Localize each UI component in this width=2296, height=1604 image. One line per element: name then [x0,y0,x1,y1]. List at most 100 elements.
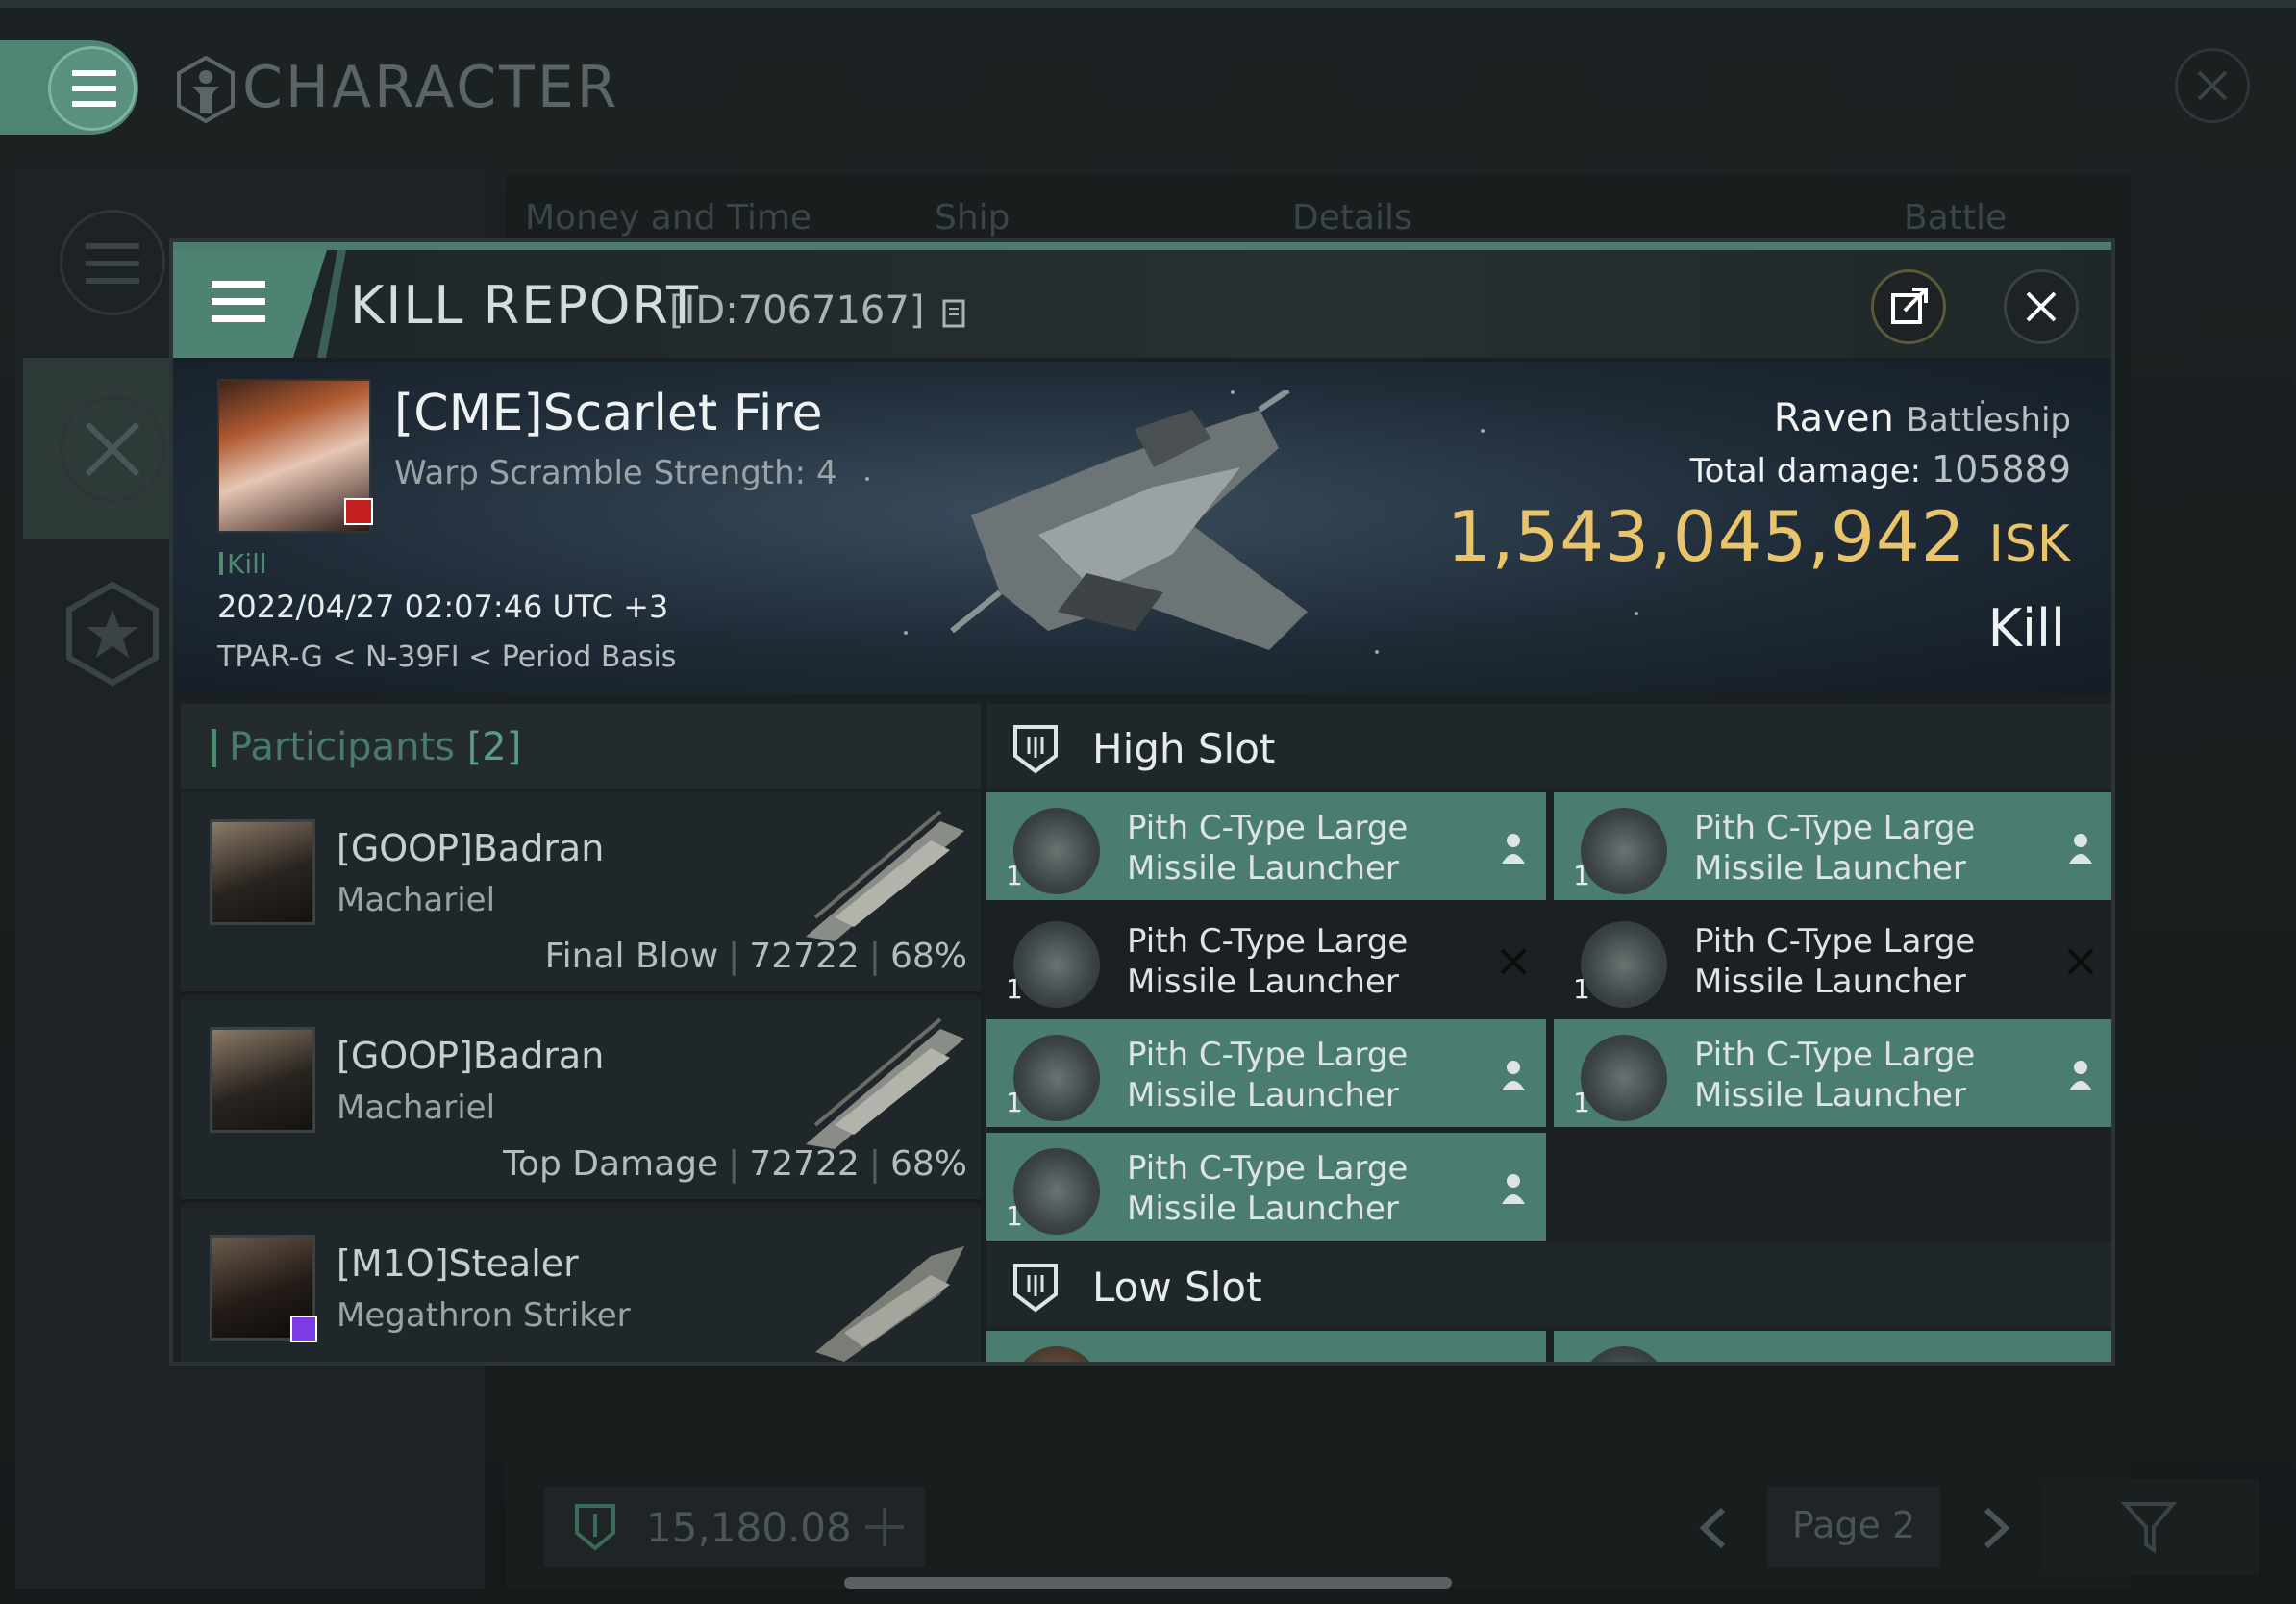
page-label: Page 2 [1791,1504,1916,1546]
module-item[interactable]: 1 Pith C-Type Large Missile Launcher [1554,792,2111,900]
participant-ship: Megathron Striker [337,1296,631,1335]
app-close-button[interactable] [2175,48,2250,123]
machariel-ship-image [806,1017,964,1149]
bg-tab-money: Money and Time [525,198,812,238]
total-damage-value: 105889 [1931,448,2071,490]
participant-ship: Machariel [337,1089,496,1127]
sidebar-item-favorites[interactable] [60,581,165,687]
modal-title: KILL REPORT [350,275,700,336]
participant-stats: Top Damage | 72722 | 68% [503,1144,967,1184]
module-name: Pith C-Type Large Missile Launcher [1694,1036,1976,1115]
participant-ship: Machariel [337,881,496,919]
participant-row[interactable]: [M1O]Stealer Megathron Striker [181,1208,981,1362]
scroll-indicator[interactable] [844,1577,1452,1589]
participants-count: [2] [466,725,522,769]
low-slot-title: Low Slot [1092,1264,1262,1311]
isk-amount: 1,543,045,942 [1446,496,1966,577]
kill-tag: Kill [227,548,267,580]
module-item[interactable]: 1 Pith C-Type Large Missile Launcher [1554,906,2111,1014]
copy-icon[interactable] [942,295,969,330]
destroyed-x-icon [2067,948,2094,975]
low-slot-header: Low Slot [986,1242,2111,1327]
isk-unit: ISK [1988,515,2071,573]
participant-name: [M1O]Stealer [337,1242,579,1285]
kill-location: TPAR-G < N-39FI < Period Basis [217,640,677,674]
next-page-icon[interactable] [1977,1504,2015,1552]
hostile-flag-icon [344,498,373,525]
module-quantity: 1 [1006,1087,1023,1118]
sidebar-item-list[interactable] [60,210,165,315]
currency-box: 15,180.08 [544,1487,925,1567]
previous-page-icon[interactable] [1694,1504,1733,1552]
ship-type[interactable]: Raven Battleship [1774,396,2071,440]
app-title: CHARACTER [242,54,620,121]
top-edge [0,0,2296,8]
participant-row[interactable]: [GOOP]Badran Machariel Final Blow | 72722 |… [181,792,981,994]
module-item[interactable]: 1 Pith C-Type Large Missile Launcher [986,1133,1546,1241]
low-slot-icon [1013,1264,1058,1313]
bottom-bar: 15,180.08 Page 2 [544,1479,2259,1575]
module-quantity: 1 [1006,973,1023,1005]
star-icon [66,581,159,687]
filter-icon [2121,1502,2178,1554]
missile-launcher-icon [1013,1148,1100,1235]
close-icon [2197,70,2228,101]
machariel-ship-image [806,810,964,941]
currency-value: 15,180.08 [646,1504,852,1551]
participant-portrait[interactable] [210,819,315,925]
module-quantity: 1 [1573,860,1590,891]
modal-menu-button[interactable] [173,250,327,358]
module-item[interactable]: 1 Pith C-Type Large Missile Launcher [986,792,1546,900]
rank-badge-icon [290,1316,317,1342]
share-button[interactable] [1871,269,1946,344]
missile-launcher-icon [1013,921,1100,1008]
dropped-person-icon [1502,1174,1525,1204]
module-item[interactable]: 1 Pith C-Type Large Missile Launcher [986,906,1546,1014]
main-menu-button[interactable] [48,46,137,131]
kill-summary-banner: [CME]Scarlet Fire Warp Scramble Strength… [173,362,2111,694]
missile-launcher-icon [1013,808,1100,894]
bg-tab-details: Details [1292,198,1412,238]
participant-portrait[interactable] [210,1027,315,1133]
ship-class: Battleship [1906,401,2071,439]
kill-report-id-text: [ID:7067167] [669,288,925,333]
total-damage-label: Total damage: [1689,452,1922,490]
participant-row[interactable]: [GOOP]Badran Machariel Top Damage | 72722 |… [181,1000,981,1202]
warp-scramble-strength: Warp Scramble Strength: 4 [394,454,837,492]
module-item-partial[interactable] [986,1331,1546,1362]
high-slot-title: High Slot [1092,725,1276,772]
close-icon [2026,291,2057,322]
participant-damage: 72722 [749,937,860,976]
low-slot-module-icon [1013,1346,1100,1362]
participants-accent [212,729,216,767]
module-name: Pith C-Type Large Missile Launcher [1694,922,1976,1001]
page-indicator: Page 2 [1767,1487,1940,1567]
filter-button[interactable] [2042,1479,2259,1575]
raven-ship-image[interactable] [942,390,1346,679]
character-icon [177,56,235,123]
participants-label: Participants [229,725,455,769]
module-item-partial[interactable] [1554,1331,2111,1362]
module-item[interactable]: 1 Pith C-Type Large Missile Launcher [986,1019,1546,1127]
module-name: Pith C-Type Large Missile Launcher [1127,922,1409,1001]
module-name: Pith C-Type Large Missile Launcher [1127,809,1409,888]
share-icon [1891,288,1928,324]
kill-timestamp: 2022/04/27 02:07:46 UTC +3 [217,589,669,625]
module-name: Pith C-Type Large Missile Launcher [1694,809,1976,888]
modal-header: KILL REPORT [ID:7067167] [173,242,2111,358]
isk-value: 1,543,045,942 ISK [1447,496,2071,577]
fitting-panel: High Slot 1 Pith C-Type Large Missile Lau… [986,704,2111,1362]
victim-name[interactable]: [CME]Scarlet Fire [394,385,823,442]
participants-title: Participants [2] [229,725,521,769]
kill-tag-bar [219,552,223,575]
module-item[interactable]: 1 Pith C-Type Large Missile Launcher [1554,1019,2111,1127]
participant-name: [GOOP]Badran [337,1035,605,1077]
module-name: Pith C-Type Large Missile Launcher [1127,1149,1409,1228]
modal-close-button[interactable] [2004,269,2079,344]
missile-launcher-icon [1581,808,1667,894]
sidebar-item-combat[interactable] [60,396,165,502]
participant-role: Final Blow [544,937,719,976]
add-currency-icon[interactable] [861,1504,908,1550]
total-damage: Total damage: 105889 [1690,448,2071,490]
kill-report-id[interactable]: [ID:7067167] [669,288,969,333]
